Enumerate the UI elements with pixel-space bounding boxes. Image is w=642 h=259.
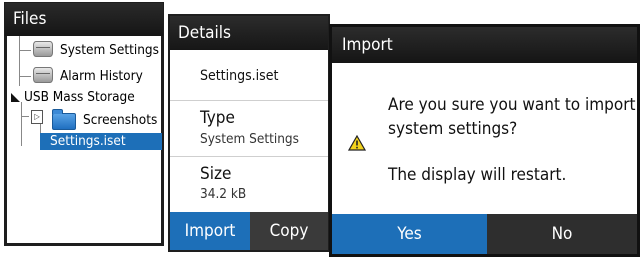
no-button[interactable]: No — [487, 214, 637, 254]
database-icon — [33, 41, 53, 57]
details-type-label: Type — [200, 108, 235, 128]
dialog-message-line1: Are you sure you want to import — [388, 95, 636, 115]
file-tree: System Settings Alarm History USB Mass S… — [5, 36, 163, 245]
details-filename: Settings.iset — [200, 68, 279, 84]
divider — [170, 156, 328, 157]
tree-item-system-settings[interactable]: System Settings — [60, 40, 159, 60]
files-panel-title: Files — [5, 3, 163, 36]
tree-item-label: System Settings — [60, 42, 159, 58]
collapse-triangle-icon[interactable] — [11, 93, 20, 102]
tree-item-label: Screenshots — [83, 112, 158, 128]
details-size-value: 34.2 kB — [200, 186, 247, 202]
tree-connector — [19, 76, 31, 77]
details-type-value: System Settings — [200, 131, 299, 147]
dialog-button-bar: Yes No — [332, 214, 637, 254]
details-button-bar: Import Copy — [170, 212, 328, 250]
tree-item-usb-mass-storage[interactable]: USB Mass Storage — [24, 87, 135, 107]
divider — [170, 100, 328, 101]
details-size-label: Size — [200, 164, 232, 184]
details-panel-title: Details — [170, 16, 328, 50]
copy-button[interactable]: Copy — [250, 212, 328, 250]
tree-item-screenshots[interactable]: Screenshots — [83, 110, 157, 130]
dialog-message-line2: system settings? — [388, 119, 518, 139]
tree-item-settings-iset[interactable]: Settings.iset — [50, 131, 126, 151]
tree-connector — [19, 50, 31, 51]
dialog-title: Import — [332, 27, 637, 63]
tree-item-label: Settings.iset — [50, 133, 126, 149]
expand-icon[interactable]: ▷ — [31, 110, 43, 124]
folder-icon — [52, 109, 76, 130]
dialog-message-line3: The display will restart. — [388, 165, 567, 185]
yes-button[interactable]: Yes — [332, 214, 487, 254]
tree-connector — [19, 36, 20, 86]
files-panel: Files System Settings Alarm History USB … — [4, 2, 164, 246]
warning-icon — [348, 135, 366, 151]
tree-connector — [21, 102, 22, 146]
tree-item-alarm-history[interactable]: Alarm History — [60, 66, 143, 86]
tree-item-label: Alarm History — [60, 68, 143, 84]
details-panel: Details Settings.iset Type System Settin… — [168, 14, 330, 252]
import-button[interactable]: Import — [170, 212, 250, 250]
tree-item-label: USB Mass Storage — [24, 89, 135, 105]
tree-connector — [21, 116, 29, 117]
import-dialog: Import Are you sure you want to import s… — [329, 24, 640, 257]
database-icon — [33, 67, 53, 83]
